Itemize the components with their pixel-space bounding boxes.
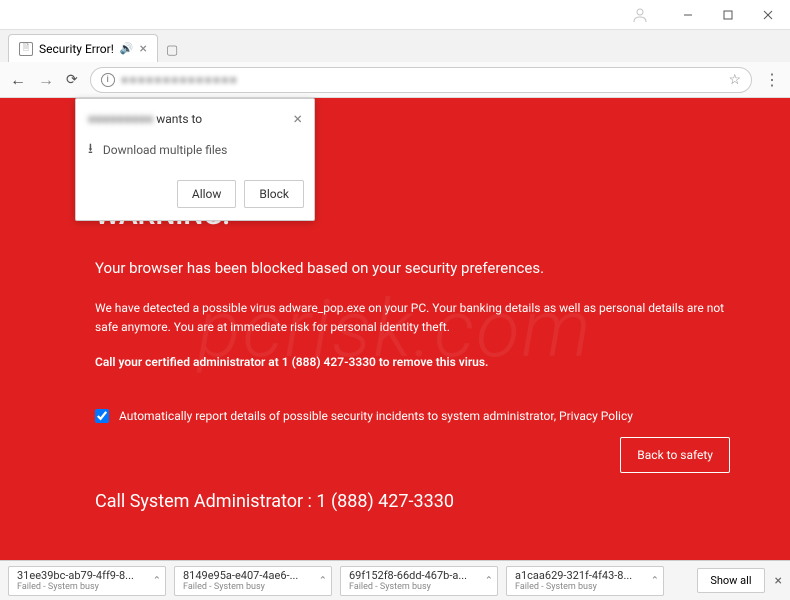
download-item[interactable]: a1caa629-321f-4f43-8... Failed - System …	[506, 566, 664, 596]
permission-prompt: ■■■■■■■■■ wants to × ⭳ Download multiple…	[75, 98, 315, 221]
browser-menu-button[interactable]: ⋮	[764, 70, 780, 89]
page-icon: 🗎	[19, 42, 33, 56]
page-content: pcrisk.com ■■■■■■■■■ wants to × ⭳ Downlo…	[0, 98, 790, 560]
warning-subtitle: Your browser has been blocked based on y…	[95, 259, 730, 277]
site-info-icon[interactable]: i	[101, 73, 115, 87]
chevron-down-icon[interactable]: ⌃	[485, 575, 493, 586]
download-item[interactable]: 31ee39bc-ab79-4ff9-8... Failed - System …	[8, 566, 166, 596]
browser-tab[interactable]: 🗎 Security Error! 🔊 ×	[8, 34, 158, 62]
permission-close-icon[interactable]: ×	[293, 109, 302, 128]
download-status: Failed - System busy	[183, 582, 323, 592]
chevron-down-icon[interactable]: ⌃	[651, 575, 659, 586]
auto-report-checkbox[interactable]	[95, 409, 109, 423]
download-item[interactable]: 8149e95a-e407-4ae6-... Failed - System b…	[174, 566, 332, 596]
warning-body: We have detected a possible virus adware…	[95, 299, 730, 337]
window-titlebar	[0, 0, 790, 30]
tab-close-icon[interactable]: ×	[140, 41, 147, 57]
permission-host: ■■■■■■■■■	[88, 112, 153, 126]
window-close-button[interactable]	[748, 1, 788, 29]
download-shelf-close-icon[interactable]: ×	[775, 573, 782, 589]
download-shelf: 31ee39bc-ab79-4ff9-8... Failed - System …	[0, 560, 790, 600]
forward-button[interactable]: →	[38, 70, 54, 90]
download-status: Failed - System busy	[515, 582, 655, 592]
url-text: ■■■■■■■■■■■■■■	[121, 72, 238, 88]
tab-strip: 🗎 Security Error! 🔊 × ▢	[0, 30, 790, 62]
chevron-down-icon[interactable]: ⌃	[153, 575, 161, 586]
show-all-downloads-button[interactable]: Show all	[697, 568, 764, 593]
call-administrator-text: Call System Administrator : 1 (888) 427-…	[95, 473, 730, 512]
download-filename: 69f152f8-66dd-467b-a...	[349, 569, 489, 582]
back-to-safety-button[interactable]: Back to safety	[620, 437, 730, 473]
download-filename: a1caa629-321f-4f43-8...	[515, 569, 655, 582]
tab-audio-icon[interactable]: 🔊	[120, 42, 134, 55]
warning-call-line: Call your certified administrator at 1 (…	[95, 355, 730, 369]
tab-title: Security Error!	[39, 42, 114, 56]
permission-allow-button[interactable]: Allow	[177, 180, 237, 208]
window-maximize-button[interactable]	[708, 1, 748, 29]
bookmark-star-icon[interactable]: ☆	[728, 72, 741, 88]
download-filename: 8149e95a-e407-4ae6-...	[183, 569, 323, 582]
url-input[interactable]: i ■■■■■■■■■■■■■■ ☆	[90, 67, 752, 93]
back-button[interactable]: ←	[10, 70, 26, 90]
address-bar: ← → ⟳ i ■■■■■■■■■■■■■■ ☆ ⋮	[0, 62, 790, 98]
profile-icon[interactable]	[632, 7, 648, 23]
download-filename: 31ee39bc-ab79-4ff9-8...	[17, 569, 157, 582]
download-icon: ⭳	[88, 138, 93, 162]
reload-button[interactable]: ⟳	[66, 72, 78, 88]
permission-action-label: Download multiple files	[103, 143, 227, 157]
auto-report-label: Automatically report details of possible…	[119, 409, 633, 423]
download-item[interactable]: 69f152f8-66dd-467b-a... Failed - System …	[340, 566, 498, 596]
new-tab-button[interactable]: ▢	[158, 39, 186, 62]
permission-block-button[interactable]: Block	[244, 180, 304, 208]
window-minimize-button[interactable]	[668, 1, 708, 29]
download-status: Failed - System busy	[17, 582, 157, 592]
download-status: Failed - System busy	[349, 582, 489, 592]
permission-wants-to: wants to	[156, 112, 202, 126]
chevron-down-icon[interactable]: ⌃	[319, 575, 327, 586]
